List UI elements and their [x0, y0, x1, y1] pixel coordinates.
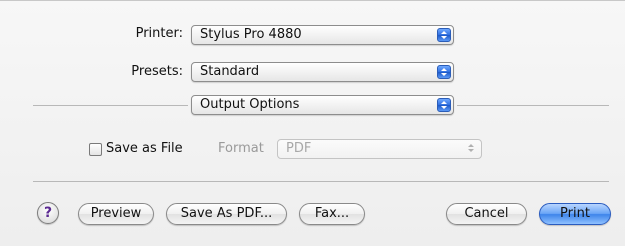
cancel-button[interactable]: Cancel — [446, 203, 527, 225]
save-as-file-checkbox[interactable] — [89, 143, 102, 156]
presets-value: Standard — [200, 64, 260, 79]
printer-label: Printer: — [135, 26, 183, 41]
printer-value: Stylus Pro 4880 — [200, 27, 302, 42]
fax-button[interactable]: Fax... — [299, 203, 365, 225]
separator-right — [457, 105, 609, 106]
separator-left — [33, 105, 188, 106]
save-as-file-label[interactable]: Save as File — [106, 141, 183, 157]
panel-value: Output Options — [200, 97, 300, 112]
help-button[interactable]: ? — [37, 202, 59, 224]
presets-popup[interactable]: Standard — [191, 62, 454, 82]
presets-label: Presets: — [131, 64, 183, 79]
help-icon: ? — [43, 205, 53, 221]
separator-bottom — [33, 181, 609, 182]
popup-arrows-icon — [465, 142, 479, 156]
print-button[interactable]: Print — [539, 203, 611, 225]
format-label: Format — [218, 141, 264, 156]
panel-popup[interactable]: Output Options — [191, 95, 454, 115]
format-value: PDF — [286, 141, 312, 156]
popup-arrows-icon — [437, 28, 451, 42]
popup-arrows-icon — [437, 65, 451, 79]
save-as-pdf-button[interactable]: Save As PDF... — [166, 203, 287, 225]
preview-button[interactable]: Preview — [78, 203, 154, 225]
printer-popup[interactable]: Stylus Pro 4880 — [191, 25, 454, 45]
format-popup[interactable]: PDF — [277, 139, 482, 159]
popup-arrows-icon — [437, 98, 451, 112]
print-dialog: Printer: Stylus Pro 4880 Presets: Standa… — [0, 0, 625, 246]
